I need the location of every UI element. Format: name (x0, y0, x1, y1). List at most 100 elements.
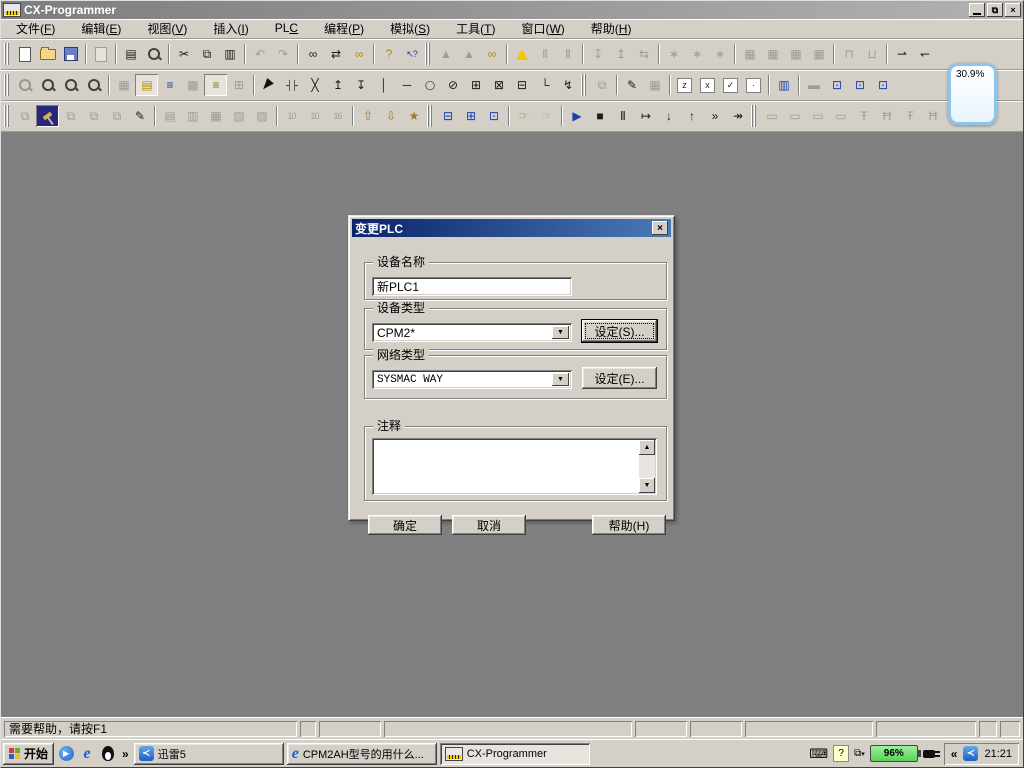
help-button[interactable]: 帮助(H) (592, 515, 666, 535)
network-settings-button[interactable]: 设定(E)... (582, 367, 657, 389)
menu-item-编辑E[interactable]: 编辑(E) (68, 19, 134, 39)
toolbar-grip[interactable] (425, 43, 432, 65)
cancel-button[interactable]: 取消 (452, 515, 526, 535)
cut-icon[interactable]: ✂ (172, 43, 195, 65)
new-file-icon[interactable] (13, 43, 36, 65)
cross-reference-icon[interactable]: ▤ (158, 105, 181, 127)
force-z-icon[interactable]: z (673, 74, 696, 96)
menu-item-编程P[interactable]: 编程(P) (311, 19, 377, 39)
sim-step-out-icon[interactable]: ↑ (680, 105, 703, 127)
schedule-icon[interactable]: ▦ (643, 74, 666, 96)
watch-window3-icon[interactable]: ⊡ (848, 74, 871, 96)
monitor-mode-icon[interactable]: ∗ (685, 43, 708, 65)
address-up-icon[interactable]: ⇧ (356, 105, 379, 127)
address-down-icon[interactable]: ⇩ (379, 105, 402, 127)
program-mode-icon[interactable]: ∗ (708, 43, 731, 65)
run-mode-icon[interactable]: ∗ (662, 43, 685, 65)
grid-icon[interactable]: ▦ (112, 74, 135, 96)
cross-ref-window-icon[interactable]: ⧉ (82, 105, 105, 127)
force-off-icon[interactable]: ☞ (535, 105, 558, 127)
local-symbols-icon[interactable]: ⧉ (105, 105, 128, 127)
menu-item-视图V[interactable]: 视图(V) (134, 19, 200, 39)
line-corner-icon[interactable]: └ (533, 74, 556, 96)
io-comment-icon[interactable]: ≡ (204, 74, 227, 96)
hex16-icon[interactable]: 16 (326, 105, 349, 127)
menu-item-插入I[interactable]: 插入(I) (200, 19, 261, 39)
trace3-icon[interactable]: ▭ (806, 105, 829, 127)
upload-icon[interactable]: ↥ (609, 43, 632, 65)
device-settings-button[interactable]: 设定(S)... (582, 320, 657, 342)
instruction-icon[interactable]: ⊞ (464, 74, 487, 96)
decimal10a-icon[interactable]: 10 (280, 105, 303, 127)
chevron-down-icon[interactable]: ▼ (552, 373, 569, 386)
address-reference-icon[interactable]: ▥ (181, 105, 204, 127)
menu-item-帮助H[interactable]: 帮助(H) (578, 19, 645, 39)
battery-indicator[interactable]: 96% (870, 745, 918, 762)
compare-icon[interactable]: ⇆ (632, 43, 655, 65)
close-button[interactable]: × (1005, 3, 1021, 17)
save-icon[interactable] (59, 43, 82, 65)
dialog-close-icon[interactable]: × (652, 221, 668, 235)
trace1-icon[interactable]: ▭ (760, 105, 783, 127)
work-online-icon[interactable] (510, 43, 533, 65)
contact-downdiff-icon[interactable]: ↧ (349, 74, 372, 96)
device-name-input[interactable]: 新PLC1 (372, 277, 572, 296)
help-tray-icon[interactable]: ? (833, 745, 849, 762)
sim-run-end-icon[interactable]: ↠ (726, 105, 749, 127)
rung-comment-icon[interactable]: ▤ (135, 74, 158, 96)
sim-step-run-icon[interactable]: ↦ (634, 105, 657, 127)
dialog-view-icon[interactable]: ▥ (772, 74, 795, 96)
invert-icon[interactable]: ↯ (556, 74, 579, 96)
download-icon[interactable]: ↧ (586, 43, 609, 65)
paste-icon[interactable]: ▥ (218, 43, 241, 65)
io-table-icon[interactable]: ▧ (227, 105, 250, 127)
tree-icon[interactable]: ⊞ (227, 74, 250, 96)
task-button-迅雷5[interactable]: ≺迅雷5 (134, 743, 284, 765)
task-button-CPM2AH型号的用什么...[interactable]: eCPM2AH型号的用什么... (287, 743, 437, 765)
find-icon[interactable]: ∞ (301, 43, 324, 65)
device-type-combobox[interactable]: CPM2* ▼ (372, 323, 572, 342)
transfer-to-icon[interactable]: ⇀ (890, 43, 913, 65)
compile-icon[interactable]: ▲ (434, 43, 457, 65)
ok-button[interactable]: 确定 (368, 515, 442, 535)
task-button-CX-Programmer[interactable]: CX-Programmer (440, 743, 590, 765)
transfer-from-icon[interactable]: ↽ (913, 43, 936, 65)
print-icon[interactable]: ▤ (119, 43, 142, 65)
menu-item-工具T[interactable]: 工具(T) (443, 19, 508, 39)
sim-pause-icon[interactable]: Ⅱ (611, 105, 634, 127)
decimal10b-icon[interactable]: 10 (303, 105, 326, 127)
network-view3-icon[interactable]: ⊡ (482, 105, 505, 127)
toolbar-grip[interactable] (4, 43, 11, 65)
power-plug-icon[interactable] (923, 750, 935, 758)
memory-view3-icon[interactable]: ▦ (784, 43, 807, 65)
coil-closed-icon[interactable]: ⊘ (441, 74, 464, 96)
rung-list-icon[interactable]: ≡ (158, 74, 181, 96)
window-switch-icon[interactable]: ⧉ (590, 74, 613, 96)
network-view1-icon[interactable]: ⊟ (436, 105, 459, 127)
monitor-sheet-icon[interactable]: ▦ (204, 105, 227, 127)
menu-item-窗口W[interactable]: 窗口(W) (508, 19, 577, 39)
context-help-icon[interactable]: ↖? (400, 43, 423, 65)
open-file-icon[interactable] (36, 43, 59, 65)
watch-sheet-icon[interactable]: ⧉ (59, 105, 82, 127)
monitor-toggle-icon[interactable]: Ⅱ (533, 43, 556, 65)
ie-icon[interactable]: e (78, 745, 96, 763)
contact-closed-icon[interactable]: ╳ (303, 74, 326, 96)
horizontal-line-icon[interactable]: ─ (395, 74, 418, 96)
edit-comment-icon[interactable]: ✎ (620, 74, 643, 96)
graph3-icon[interactable]: Ŧ (898, 105, 921, 127)
window-arrows-tray-icon[interactable]: ⧉▾ (854, 748, 865, 759)
comment-textarea[interactable]: ▲ ▼ (372, 438, 657, 495)
restore-button[interactable]: ⧉ (987, 3, 1003, 17)
instruction3-icon[interactable]: ⊟ (510, 74, 533, 96)
print-preview-icon[interactable] (89, 43, 112, 65)
memory-view1-icon[interactable]: ▦ (738, 43, 761, 65)
media-player-icon[interactable]: ▶ (57, 745, 75, 763)
overview-icon[interactable]: ▩ (181, 74, 204, 96)
tray-chevron[interactable]: « (949, 747, 960, 761)
memory-view4-icon[interactable]: ▦ (807, 43, 830, 65)
thunder-tray-icon[interactable]: ≺ (963, 746, 978, 761)
scroll-up-icon[interactable]: ▲ (639, 440, 655, 455)
memory-view2-icon[interactable]: ▦ (761, 43, 784, 65)
copy-icon[interactable]: ⧉ (195, 43, 218, 65)
